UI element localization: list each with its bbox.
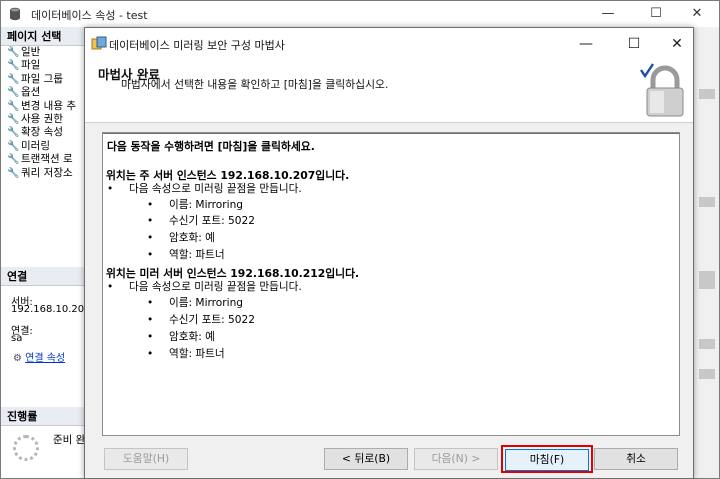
progress-status: 준비 완	[53, 434, 86, 446]
mirror-prop-role: • 역할: 파트너	[147, 348, 225, 360]
principal-prop-port: • 수신기 포트: 5022	[147, 215, 255, 227]
page-item-log-shipping[interactable]: 🔧 트랜잭션 로	[7, 153, 85, 166]
page-item-extended-properties[interactable]: 🔧 확장 속성	[7, 126, 85, 139]
bg-scrollbar[interactable]	[695, 27, 719, 478]
summary-lead-text: 다음 동작을 수행하려면 [마침]을 클릭하세요.	[107, 140, 315, 153]
dialog-title: 데이터베이스 미러링 보안 구성 마법사	[109, 39, 285, 52]
wizard-button-bar: 도움말(H) < 뒤로(B) 다음(N) > 마침(F) 취소	[85, 440, 693, 478]
connection-properties-icon: ⚙	[13, 353, 22, 364]
wrench-icon: 🔧	[7, 127, 20, 139]
wrench-icon: 🔧	[7, 60, 20, 72]
finish-highlight-box: 마침(F)	[501, 445, 593, 473]
summary-box: 다음 동작을 수행하려면 [마침]을 클릭하세요. 위치는 주 서버 인스턴스 …	[102, 132, 680, 436]
server-value: 192.168.10.207	[11, 304, 91, 315]
wizard-header: 마법사 완료 마법사에서 선택한 내용을 확인하고 [마침]을 클릭하십시오.	[85, 58, 693, 123]
page-selector-panel: 페이지 선택 🔧 일반 🔧 파일 🔧 파일 그룹 🔧 옵션 🔧 변경 내용 추 🔧 사용 권…	[1, 27, 91, 478]
progress-spinner-icon	[13, 435, 39, 461]
page-list: 🔧 일반 🔧 파일 🔧 파일 그룹 🔧 옵션 🔧 변경 내용 추 🔧 사용 권한 🔧 확장 속…	[7, 46, 85, 180]
wrench-icon: 🔧	[7, 100, 20, 112]
finish-button[interactable]: 마침(F)	[505, 449, 589, 471]
page-select-header: 페이지 선택	[1, 27, 85, 46]
dialog-minimize-button[interactable]: —	[572, 34, 600, 54]
page-item-change-tracking[interactable]: 🔧 변경 내용 추	[7, 100, 85, 113]
connection-value: sa	[11, 333, 23, 344]
page-item-options[interactable]: 🔧 옵션	[7, 86, 85, 99]
mirroring-security-wizard-dialog: 데이터베이스 미러링 보안 구성 마법사 — ☐ ✕ 마법사 완료 마법사에서 …	[84, 27, 694, 479]
mirror-action: • 다음 속성으로 미러링 끝점을 만듭니다.	[107, 281, 302, 293]
principal-prop-encryption: • 암호화: 예	[147, 232, 215, 244]
page-item-mirroring[interactable]: 🔧 미러링	[7, 140, 85, 153]
cancel-button[interactable]: 취소	[594, 448, 678, 470]
back-button[interactable]: < 뒤로(B)	[324, 448, 408, 470]
principal-action: • 다음 속성으로 미러링 끝점을 만듭니다.	[107, 183, 302, 195]
connection-properties-link[interactable]: 연결 속성	[25, 353, 65, 364]
next-button[interactable]: 다음(N) >	[414, 448, 498, 470]
dialog-title-bar: 데이터베이스 미러링 보안 구성 마법사 — ☐ ✕	[85, 28, 693, 58]
database-icon	[10, 7, 20, 21]
wizard-page-subtitle: 마법사에서 선택한 내용을 확인하고 [마침]을 클릭하십시오.	[121, 78, 389, 91]
wizard-icon	[91, 36, 107, 50]
mirror-prop-name: • 이름: Mirroring	[147, 297, 244, 309]
wrench-icon: 🔧	[7, 87, 20, 99]
wrench-icon: 🔧	[7, 140, 20, 152]
dialog-close-button[interactable]: ✕	[663, 34, 691, 54]
principal-prop-name: • 이름: Mirroring	[147, 199, 244, 211]
wrench-icon: 🔧	[7, 154, 20, 166]
help-button[interactable]: 도움말(H)	[104, 448, 188, 470]
page-item-permissions[interactable]: 🔧 사용 권한	[7, 113, 85, 126]
page-item-query-store[interactable]: 🔧 쿼리 저장소	[7, 167, 85, 180]
page-item-general[interactable]: 🔧 일반	[7, 46, 85, 59]
connection-properties-link-row: ⚙ 연결 속성	[13, 349, 65, 364]
mirror-prop-encryption: • 암호화: 예	[147, 331, 215, 343]
page-item-files[interactable]: 🔧 파일	[7, 59, 85, 72]
principal-prop-role: • 역할: 파트너	[147, 249, 225, 261]
wrench-icon: 🔧	[7, 113, 20, 125]
page-item-filegroups[interactable]: 🔧 파일 그룹	[7, 73, 85, 86]
dialog-maximize-button[interactable]: ☐	[620, 34, 648, 54]
bg-minimize-button[interactable]: —	[596, 5, 620, 23]
bg-maximize-button[interactable]: ☐	[644, 5, 668, 23]
wrench-icon: 🔧	[7, 73, 20, 85]
mirror-prop-port: • 수신기 포트: 5022	[147, 314, 255, 326]
lock-checkmark-icon	[640, 63, 684, 117]
wrench-icon: 🔧	[7, 167, 20, 179]
connection-header: 연결	[1, 267, 85, 286]
bg-close-button[interactable]: ✕	[685, 5, 709, 23]
wrench-icon: 🔧	[7, 47, 20, 58]
bg-title-bar: 데이터베이스 속성 - test — ☐ ✕	[1, 1, 719, 27]
progress-header: 진행률	[1, 407, 85, 426]
bg-window-title: 데이터베이스 속성 - test	[31, 9, 148, 22]
